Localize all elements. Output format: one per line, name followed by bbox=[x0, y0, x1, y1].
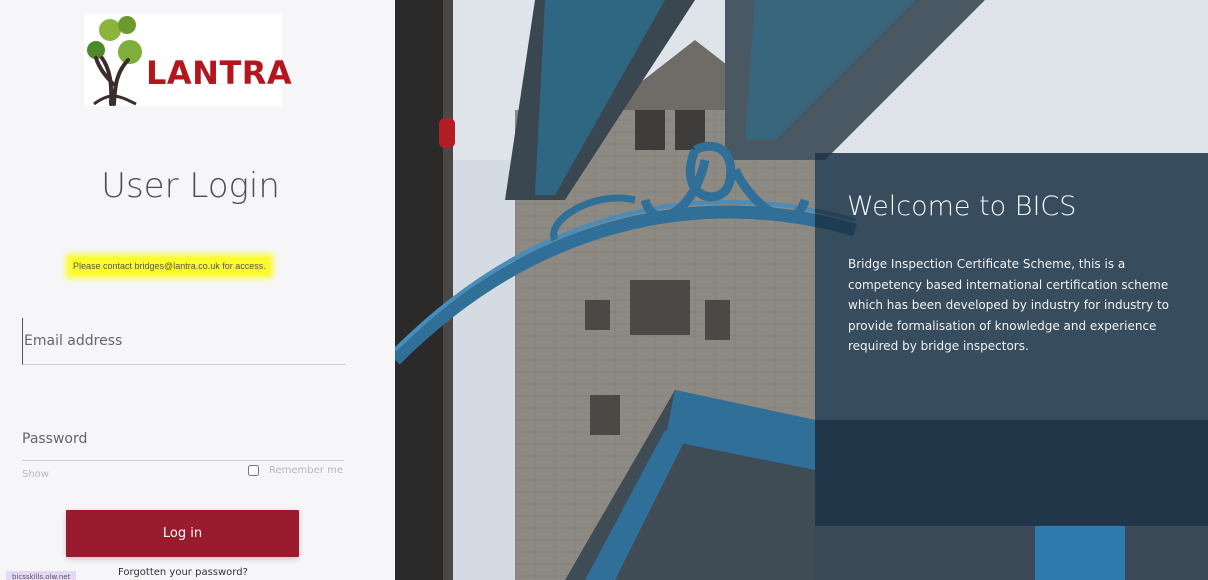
footer-tag: bicsskills.olw.net bbox=[6, 571, 77, 580]
remember-me-label: Remember me bbox=[269, 465, 343, 476]
welcome-description: Bridge Inspection Certificate Scheme, th… bbox=[848, 257, 1170, 353]
page-title: User Login bbox=[101, 166, 280, 206]
email-field[interactable] bbox=[22, 318, 346, 365]
login-panel: LANTRA User Login Please contact bridges… bbox=[0, 0, 395, 580]
show-password-toggle[interactable]: Show bbox=[22, 469, 49, 480]
remember-me[interactable]: Remember me bbox=[248, 465, 343, 476]
brand-name: LANTRA bbox=[146, 54, 293, 92]
welcome-title: Welcome to BICS bbox=[847, 191, 1077, 222]
password-field[interactable] bbox=[22, 418, 344, 461]
lantra-logo: LANTRA bbox=[84, 14, 292, 106]
forgot-password-link[interactable]: Forgotten your password? bbox=[118, 567, 248, 578]
contact-note: Please contact bridges@lantra.co.uk for … bbox=[70, 258, 269, 274]
welcome-panel: Welcome to BICS Bridge Inspection Certif… bbox=[815, 153, 1208, 526]
remember-me-checkbox[interactable] bbox=[248, 465, 259, 476]
hero-image: Welcome to BICS Bridge Inspection Certif… bbox=[395, 0, 1208, 580]
login-button[interactable]: Log in bbox=[66, 510, 299, 557]
